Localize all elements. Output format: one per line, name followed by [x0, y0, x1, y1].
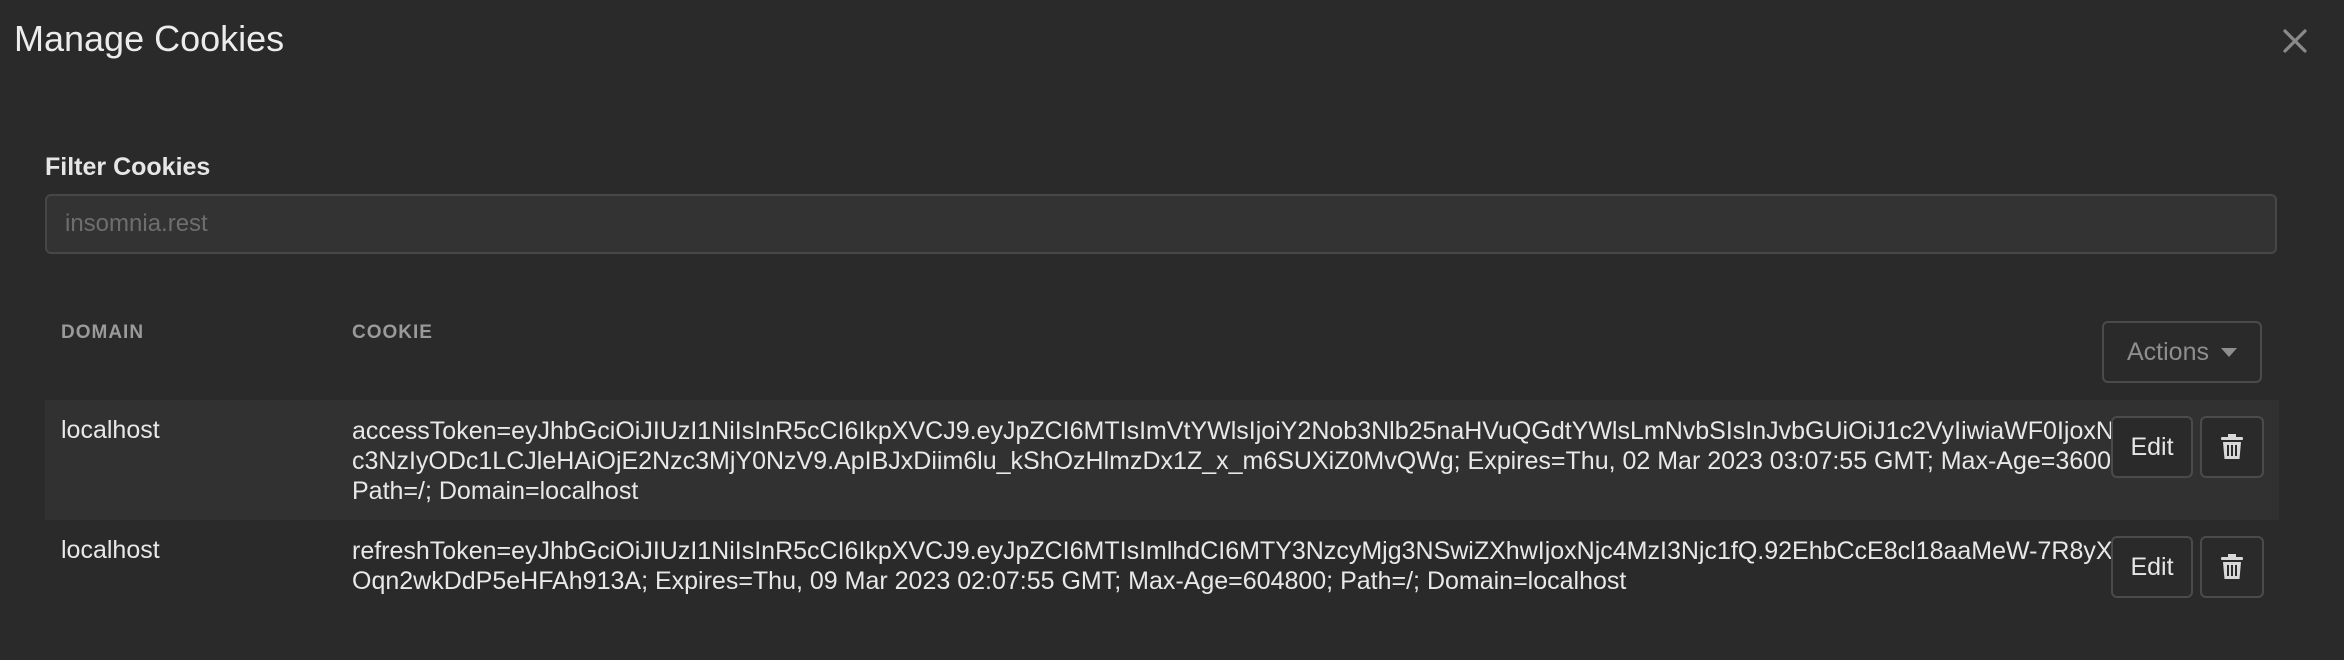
table-row: localhost refreshToken=eyJhbGciOiJIUzI1N…: [45, 520, 2279, 616]
modal-title: Manage Cookies: [14, 18, 285, 59]
filter-label: Filter Cookies: [45, 153, 211, 181]
edit-button[interactable]: Edit: [2111, 416, 2193, 478]
cookie-column-header: COOKIE: [352, 322, 433, 343]
cookie-value: refreshToken=eyJhbGciOiJIUzI1NiIsInR5cCI…: [352, 537, 2113, 595]
delete-button[interactable]: [2200, 416, 2264, 478]
cookie-domain: localhost: [61, 416, 160, 444]
table-row: localhost accessToken=eyJhbGciOiJIUzI1Ni…: [45, 400, 2279, 520]
trash-icon: [2221, 554, 2243, 579]
actions-label: Actions: [2127, 337, 2209, 366]
actions-dropdown-button[interactable]: Actions: [2102, 321, 2262, 383]
close-button[interactable]: [2274, 20, 2316, 62]
delete-button[interactable]: [2200, 536, 2264, 598]
cookie-domain: localhost: [61, 536, 160, 564]
close-icon: [2283, 29, 2307, 53]
edit-button[interactable]: Edit: [2111, 536, 2193, 598]
caret-down-icon: [2220, 347, 2237, 357]
trash-icon: [2221, 434, 2243, 459]
domain-column-header: DOMAIN: [61, 322, 145, 343]
cookie-value: accessToken=eyJhbGciOiJIUzI1NiIsInR5cCI6…: [352, 417, 2120, 505]
filter-cookies-input[interactable]: [45, 194, 2277, 254]
